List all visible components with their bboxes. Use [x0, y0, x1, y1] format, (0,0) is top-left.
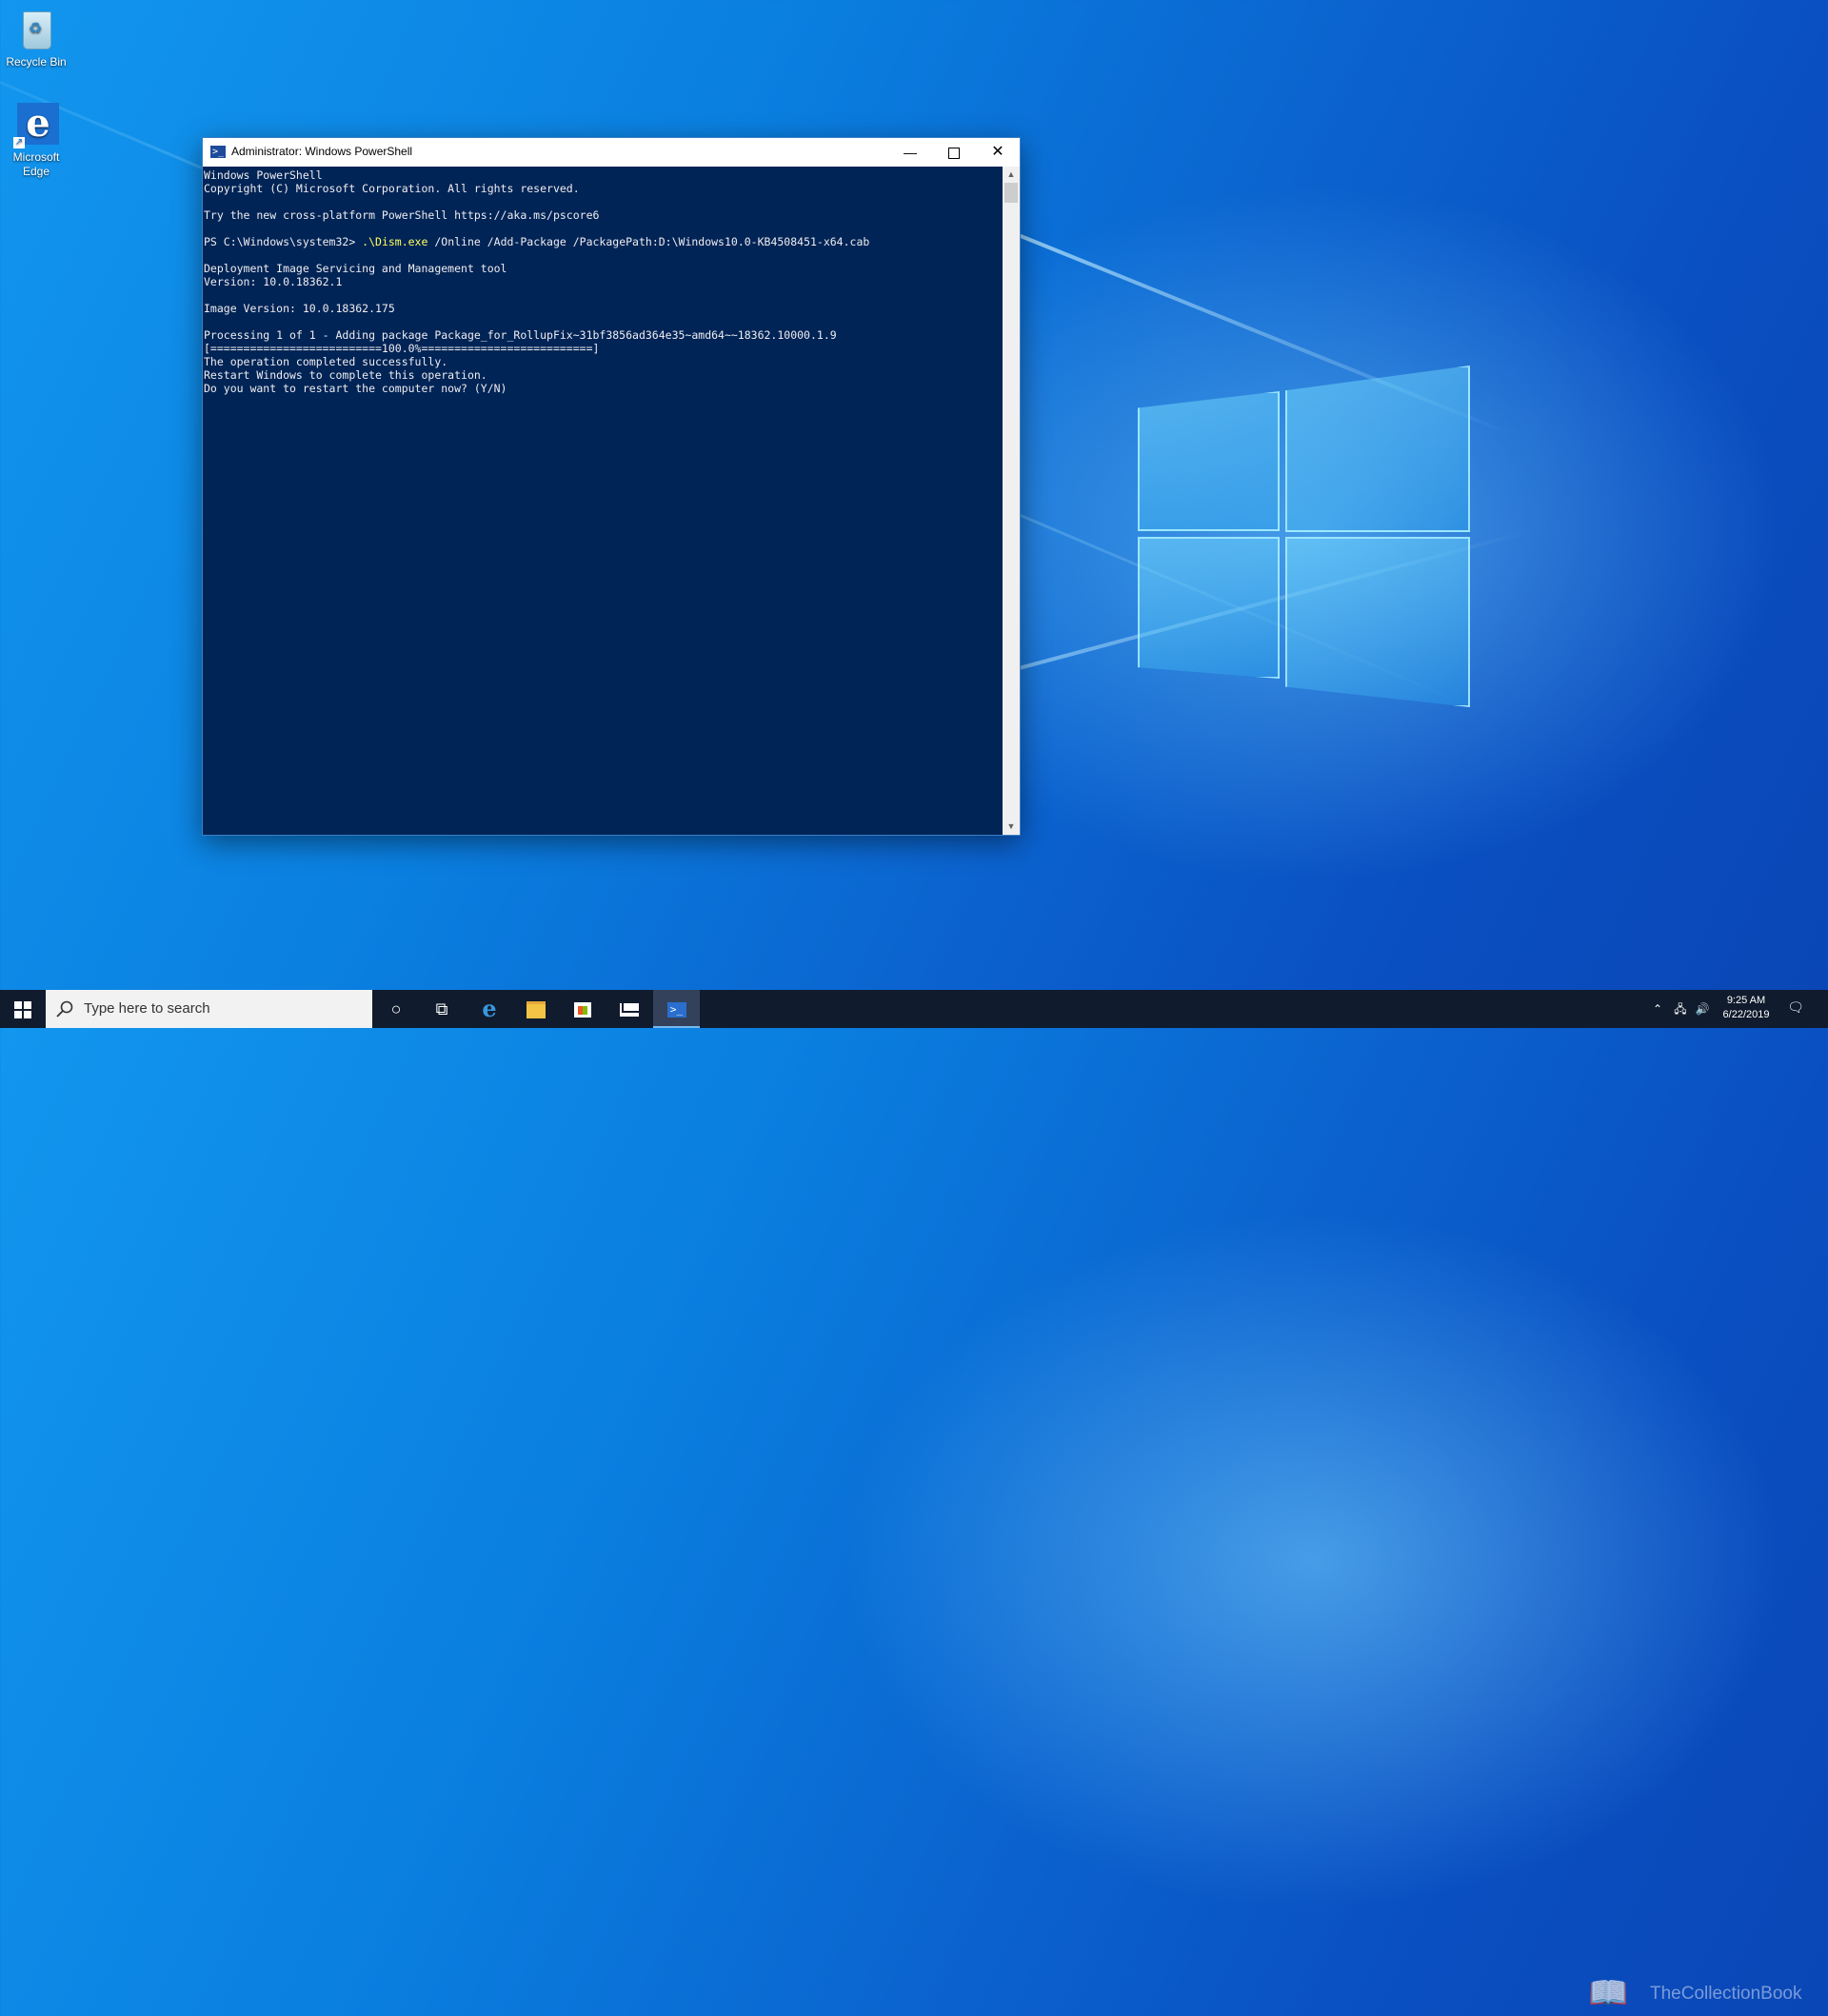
desktop-icon-microsoft-edge[interactable]: e ↗ Microsoft Edge: [0, 101, 74, 179]
recycle-bin-icon: ♻: [13, 6, 59, 51]
show-hidden-icons-button[interactable]: ⌃: [1649, 1001, 1666, 1017]
store-icon: [574, 1002, 591, 1018]
cortana-icon: ○: [390, 999, 402, 1018]
volume-button[interactable]: 🔊: [1694, 1001, 1711, 1017]
clock-date: 6/22/2019: [1722, 1009, 1770, 1020]
windows-logo-pane: [1138, 391, 1280, 531]
vertical-scrollbar[interactable]: ▲ ▼: [1003, 167, 1020, 835]
shortcut-arrow-icon: ↗: [13, 137, 25, 148]
maximize-button[interactable]: [932, 138, 976, 167]
minimize-button[interactable]: —: [888, 138, 932, 167]
cortana-button[interactable]: ○: [373, 990, 419, 1028]
console-command-args: /Online /Add-Package /PackagePath:D:\Win…: [427, 235, 870, 248]
console-line: Windows PowerShell: [204, 168, 323, 182]
task-view-icon: ⧉: [435, 999, 448, 1018]
minimize-icon: —: [904, 145, 917, 160]
taskbar-search-box[interactable]: Type here to search: [46, 990, 372, 1028]
clock-time: 9:25 AM: [1726, 995, 1766, 1006]
mail-icon: [620, 1003, 639, 1018]
maximize-icon: [948, 148, 960, 160]
desktop-icon-label: Microsoft: [12, 150, 60, 164]
console-line: Try the new cross-platform PowerShell ht…: [204, 208, 600, 222]
taskbar: Type here to search ○ ⧉ e >_ 📖 TheCollec…: [0, 990, 1828, 2011]
action-center-button[interactable]: 🗨: [1786, 999, 1805, 1017]
taskbar-powershell-button[interactable]: >_: [653, 990, 700, 1028]
scroll-down-button[interactable]: ▼: [1003, 819, 1020, 835]
start-icon: [14, 1001, 31, 1019]
search-placeholder: Type here to search: [84, 1000, 210, 1017]
network-button[interactable]: 🖧: [1672, 1001, 1689, 1017]
network-icon: 🖧: [1674, 1002, 1687, 1016]
start-button[interactable]: [0, 990, 46, 1028]
powershell-icon: >_: [210, 146, 226, 158]
console-line: Version: 10.0.18362.1: [204, 275, 343, 288]
windows-logo-pane: [1138, 537, 1280, 679]
windows-logo-pane: [1285, 537, 1470, 707]
taskbar-mail-button[interactable]: [606, 990, 652, 1028]
chevron-up-icon: ▲: [1006, 169, 1016, 179]
book-icon: 📖: [1588, 1975, 1629, 2011]
console-line: Deployment Image Servicing and Managemen…: [204, 262, 507, 275]
console-line: Copyright (C) Microsoft Corporation. All…: [204, 182, 580, 195]
chevron-down-icon: ▼: [1006, 821, 1016, 831]
console-progress-bar: [==========================100.0%=======…: [204, 342, 600, 355]
console-output[interactable]: Windows PowerShell Copyright (C) Microso…: [203, 167, 1003, 835]
scrollbar-thumb[interactable]: [1004, 183, 1018, 203]
desktop-icon-label: Edge: [22, 165, 50, 178]
console-line: Restart Windows to complete this operati…: [204, 368, 487, 382]
console-line: Processing 1 of 1 - Adding package Packa…: [204, 328, 837, 342]
chevron-up-icon: ⌃: [1652, 1002, 1663, 1016]
taskbar-edge-button[interactable]: e: [467, 990, 512, 1028]
title-bar[interactable]: >_ Administrator: Windows PowerShell — ✕: [203, 138, 1020, 167]
edge-icon: e: [482, 995, 497, 1022]
search-icon: [56, 1000, 73, 1018]
volume-icon: 🔊: [1695, 1002, 1710, 1016]
console-text: Windows PowerShell Copyright (C) Microso…: [203, 167, 1003, 395]
powershell-icon: >_: [666, 1002, 686, 1018]
console-line: The operation completed successfully.: [204, 355, 448, 368]
close-icon: ✕: [991, 144, 1004, 160]
windows-logo-pane: [1285, 366, 1470, 532]
console-prompt: PS C:\Windows\system32>: [204, 235, 363, 248]
close-button[interactable]: ✕: [976, 138, 1020, 167]
taskbar-store-button[interactable]: [560, 990, 606, 1028]
console-command: .\Dism.exe: [362, 235, 428, 248]
task-view-button[interactable]: ⧉: [419, 990, 465, 1028]
notification-icon: 🗨: [1787, 999, 1804, 1015]
scroll-up-button[interactable]: ▲: [1003, 167, 1020, 183]
taskbar-clock[interactable]: 9:25 AM 6/22/2019: [1714, 994, 1778, 1022]
file-explorer-icon: [527, 1001, 546, 1019]
console-restart-prompt: Do you want to restart the computer now?…: [204, 382, 507, 395]
edge-icon: e ↗: [13, 101, 59, 148]
powershell-window: >_ Administrator: Windows PowerShell — ✕…: [202, 137, 1021, 836]
watermark: 📖 TheCollectionBook: [1588, 1970, 1807, 2016]
desktop-icon-recycle-bin[interactable]: ♻ Recycle Bin: [0, 6, 74, 69]
taskbar-file-explorer-button[interactable]: [513, 990, 559, 1028]
window-title: Administrator: Windows PowerShell: [231, 145, 413, 158]
desktop-icon-label: Recycle Bin: [6, 55, 67, 69]
console-line: Image Version: 10.0.18362.175: [204, 302, 395, 315]
watermark-text: TheCollectionBook: [1650, 1984, 1802, 2004]
